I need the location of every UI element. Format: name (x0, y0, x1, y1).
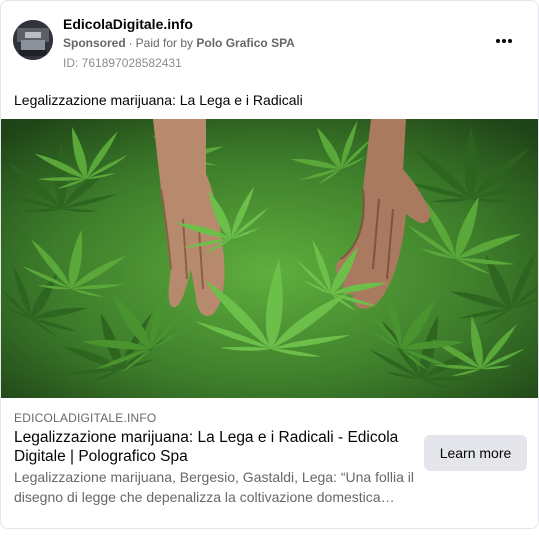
sponsor-line: Sponsored · Paid for by Polo Grafico SPA (63, 36, 295, 50)
sponsored-label: Sponsored (63, 36, 126, 50)
ad-id: ID: 761897028582431 (63, 56, 182, 70)
ad-image[interactable] (1, 119, 538, 398)
sponsored-post-card: EdicolaDigitale.info Sponsored · Paid for … (0, 0, 539, 529)
link-preview[interactable]: EDICOLADIGITALE.INFO Legalizzazione mari… (1, 398, 538, 528)
page-name-link[interactable]: EdicolaDigitale.info (63, 16, 193, 32)
more-dots-icon (495, 39, 513, 43)
paid-for-prefix: Paid for by (135, 36, 194, 50)
avatar-image (13, 20, 53, 60)
learn-more-button[interactable]: Learn more (424, 435, 527, 471)
post-header: EdicolaDigitale.info Sponsored · Paid for … (13, 13, 526, 73)
paid-for-by-name: Polo Grafico SPA (196, 36, 295, 50)
post-body-text: Legalizzazione marijuana: La Lega e i Ra… (14, 92, 303, 108)
cannabis-hands-photo (1, 119, 538, 398)
link-domain: EDICOLADIGITALE.INFO (14, 411, 157, 425)
link-title[interactable]: Legalizzazione marijuana: La Lega e i Ra… (14, 428, 414, 466)
link-description: Legalizzazione marijuana, Bergesio, Gast… (14, 469, 414, 505)
more-options-button[interactable] (492, 29, 516, 53)
page-avatar[interactable] (13, 20, 53, 60)
separator-dot: · (128, 36, 133, 50)
